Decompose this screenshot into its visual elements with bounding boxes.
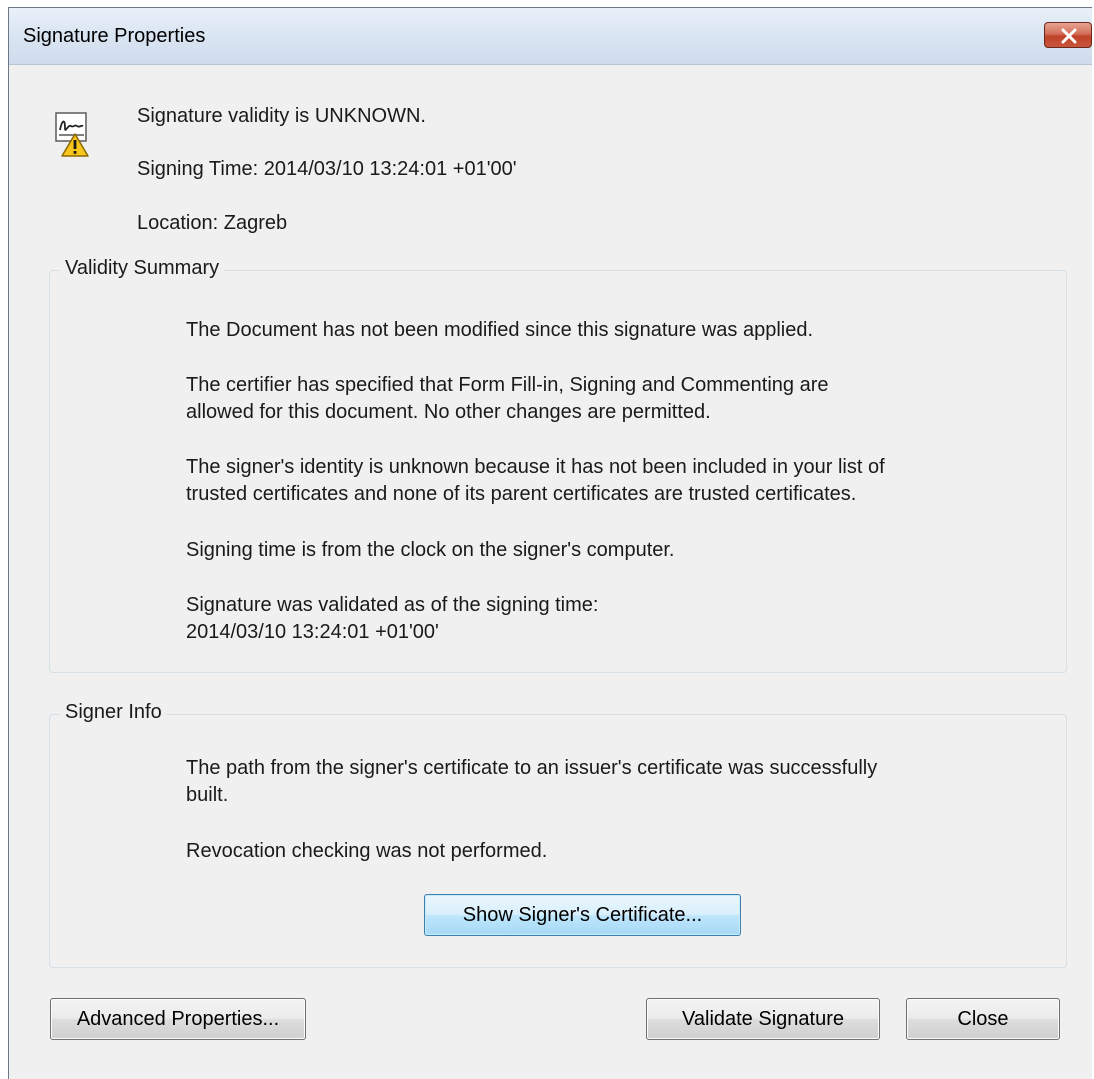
signature-properties-dialog: Signature Properties Signature validity … (8, 7, 1092, 1079)
signer-info-path-line1: The path from the signer's certificate t… (186, 757, 878, 779)
window-close-button[interactable] (1044, 22, 1092, 48)
close-icon (1061, 28, 1077, 44)
location-text: Location: Zagreb (137, 212, 288, 234)
validity-summary-not-modified: The Document has not been modified since… (186, 319, 814, 341)
validity-summary-permissions-line2: allowed for this document. No other chan… (186, 401, 711, 423)
signer-info-label: Signer Info (60, 701, 167, 724)
validate-signature-button[interactable]: Validate Signature (646, 998, 880, 1040)
signer-info-group: Signer Info The path from the signer's c… (49, 701, 1067, 968)
validity-summary-permissions-line1: The certifier has specified that Form Fi… (186, 374, 829, 396)
validity-summary-clock: Signing time is from the clock on the si… (186, 539, 675, 561)
signing-time-text: Signing Time: 2014/03/10 13:24:01 +01'00… (137, 158, 517, 180)
validity-summary-validated-line1: Signature was validated as of the signin… (186, 594, 599, 616)
signature-warning-icon (55, 112, 89, 157)
validity-status-text: Signature validity is UNKNOWN. (137, 105, 426, 127)
validity-summary-group: Validity Summary The Document has not be… (49, 257, 1067, 673)
advanced-properties-button[interactable]: Advanced Properties... (50, 998, 306, 1040)
show-signers-certificate-button[interactable]: Show Signer's Certificate... (424, 894, 741, 936)
signer-info-path-line2: built. (186, 784, 229, 806)
validity-summary-label: Validity Summary (60, 257, 225, 280)
close-button[interactable]: Close (906, 998, 1060, 1040)
validity-summary-identity-line2: trusted certificates and none of its par… (186, 483, 857, 505)
validity-summary-validated-time: 2014/03/10 13:24:01 +01'00' (186, 621, 439, 643)
validity-summary-identity-line1: The signer's identity is unknown because… (186, 456, 885, 478)
title-bar[interactable]: Signature Properties (9, 8, 1092, 65)
window-title: Signature Properties (23, 25, 206, 47)
signer-info-revocation: Revocation checking was not performed. (186, 840, 548, 862)
